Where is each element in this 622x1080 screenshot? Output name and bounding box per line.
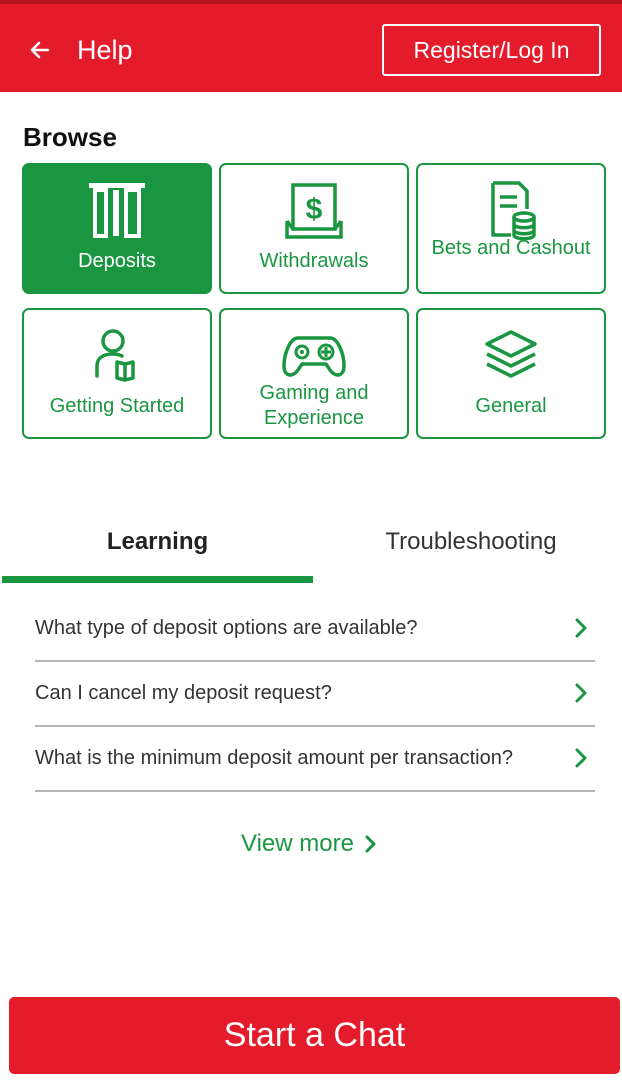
chevron-right-icon xyxy=(575,748,587,768)
faq-question: What is the minimum deposit amount per t… xyxy=(35,747,513,769)
page-title: Help xyxy=(77,35,133,65)
chevron-right-icon xyxy=(365,835,376,853)
dollar-bill-icon: $ xyxy=(285,183,343,239)
chevron-right-icon xyxy=(575,618,587,638)
svg-text:$: $ xyxy=(306,193,323,226)
faq-item[interactable]: What is the minimum deposit amount per t… xyxy=(35,727,595,792)
faq-question: What type of deposit options are availab… xyxy=(35,617,418,639)
tile-label: Getting Started xyxy=(49,395,185,417)
tile-label: Withdrawals xyxy=(259,250,369,272)
category-tile-gaming-experience[interactable]: Gaming and Experience xyxy=(219,308,409,439)
back-button[interactable] xyxy=(20,30,60,70)
layers-icon xyxy=(485,330,537,378)
chevron-right-icon xyxy=(575,683,587,703)
start-chat-button[interactable]: Start a Chat xyxy=(9,997,620,1074)
receipt-coins-icon xyxy=(491,181,536,241)
tile-label: Bets and Cashout xyxy=(431,237,591,259)
faq-question: Can I cancel my deposit request? xyxy=(35,682,332,704)
faq-item[interactable]: What type of deposit options are availab… xyxy=(35,597,595,662)
help-tabs: Learning Troubleshooting xyxy=(0,505,622,585)
gamepad-icon xyxy=(282,336,346,377)
app-header: Help Register/Log In xyxy=(0,0,622,92)
category-tile-withdrawals[interactable]: $ Withdrawals xyxy=(219,163,409,294)
register-login-button[interactable]: Register/Log In xyxy=(382,24,601,76)
category-tile-deposits[interactable]: Deposits xyxy=(22,163,212,294)
view-more-link[interactable]: View more xyxy=(241,828,378,860)
view-more-label: View more xyxy=(241,830,354,857)
faq-item[interactable]: Can I cancel my deposit request? xyxy=(35,662,595,727)
category-tile-bets-cashout[interactable]: Bets and Cashout xyxy=(416,163,606,294)
atm-card-slot-icon xyxy=(89,183,145,238)
category-tile-general[interactable]: General xyxy=(416,308,606,439)
arrow-left-icon xyxy=(30,41,50,59)
browse-heading: Browse xyxy=(23,122,117,152)
tile-label: Deposits xyxy=(78,250,156,272)
category-tile-getting-started[interactable]: Getting Started xyxy=(22,308,212,439)
tab-troubleshooting[interactable]: Troubleshooting xyxy=(320,505,622,579)
person-book-icon xyxy=(95,329,135,382)
faq-list: What type of deposit options are availab… xyxy=(35,597,595,792)
tile-label: General xyxy=(475,395,547,417)
tile-label: Gaming and Experience xyxy=(259,382,369,429)
active-tab-indicator xyxy=(2,576,313,583)
tab-learning[interactable]: Learning xyxy=(2,505,313,579)
